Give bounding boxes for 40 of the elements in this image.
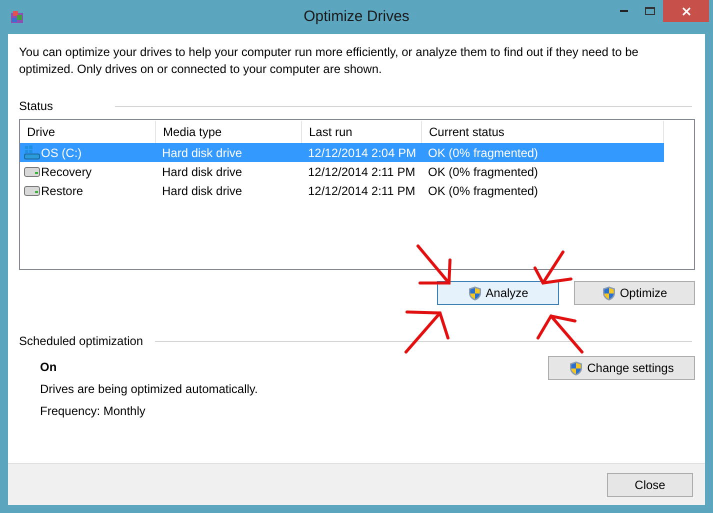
drive-row[interactable]: Restore Hard disk drive 12/12/2014 2:11 PM OK (0% fragmented) <box>20 181 664 200</box>
schedule-detail: Drives are being optimized automatically. <box>40 382 259 397</box>
optimize-button[interactable]: Optimize <box>574 281 695 305</box>
table-cell-text: OS (C:) <box>41 144 82 162</box>
drive-row[interactable]: Recovery Hard disk drive 12/12/2014 2:11 PM OK (0% fragmented) <box>20 162 664 181</box>
shield-icon <box>602 286 616 300</box>
annotation-arrow <box>416 244 452 284</box>
table-cell-text: Recovery <box>41 164 92 180</box>
description-text: You can optimize your drives to help your computer run more efficiently, or analyze them to find out if they need to be optimized. Only drives on or connected to your computer are shown. <box>19 44 640 78</box>
maximize-icon <box>645 7 655 15</box>
section-label: Scheduled optimization <box>19 333 144 350</box>
change-settings-button[interactable]: Change settings <box>548 356 695 380</box>
hard-drive-icon <box>24 166 40 176</box>
app-icon <box>10 10 24 24</box>
close-button[interactable]: Close <box>607 472 693 496</box>
table-cell: OK (0% fragmented) <box>428 146 538 160</box>
annotation-arrow <box>404 310 450 354</box>
table-cell: Hard disk drive <box>162 184 242 198</box>
table-cell: 12/12/2014 2:11 PM <box>308 184 416 198</box>
table-cell: OK (0% fragmented) <box>428 164 538 178</box>
table-cell: 12/12/2014 2:11 PM <box>308 164 416 178</box>
close-window-button[interactable] <box>663 0 709 22</box>
window-title: Optimize Drives <box>302 6 410 27</box>
shield-icon <box>569 360 584 376</box>
system-drive-icon <box>24 145 40 160</box>
close-icon <box>682 6 690 16</box>
schedule-state: On <box>40 360 58 375</box>
schedule-frequency: Frequency: Monthly <box>40 404 146 419</box>
minimize-icon <box>620 10 628 12</box>
annotation-arrow <box>534 250 572 285</box>
section-label: Status <box>19 98 54 115</box>
table-cell: 12/12/2014 2:04 PM <box>308 146 416 160</box>
analyze-button[interactable]: Analyze <box>437 281 559 305</box>
shield-icon <box>468 286 482 300</box>
annotation-arrow <box>536 314 584 354</box>
hard-drive-icon <box>24 186 40 196</box>
table-cell: OK (0% fragmented) <box>428 184 538 198</box>
table-cell: Hard disk drive <box>162 164 242 178</box>
table-cell: Hard disk drive <box>162 146 242 160</box>
table-cell-text: Restore <box>41 182 84 200</box>
